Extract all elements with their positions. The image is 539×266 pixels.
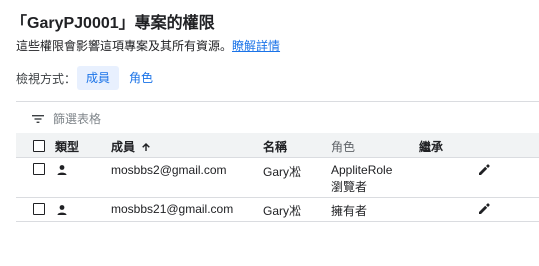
arrow-up-icon [142,143,151,151]
column-header-name[interactable]: 名稱 [263,138,287,155]
divider [16,157,539,158]
view-by-members-chip[interactable]: 成員 [77,66,120,90]
view-by-roles-chip[interactable]: 角色 [120,66,162,90]
page-description: 這些權限會影響這項專案及其所有資源。瞭解詳情 [16,37,280,54]
filter-bar[interactable]: 篩選表格 [32,110,101,127]
divider [16,101,539,102]
edit-icon[interactable] [477,202,491,216]
column-header-member[interactable]: 成員 [111,138,151,155]
person-icon [57,165,67,175]
divider [16,221,539,222]
column-header-role: 角色 [331,140,356,154]
filter-icon [32,114,44,123]
view-mode-label: 檢視方式： [16,72,77,86]
member-name: Gary凇 [263,204,302,218]
column-header-type[interactable]: 類型 [55,138,79,155]
role-item: 瀏覽者 [331,180,368,194]
row-checkbox[interactable] [33,163,45,175]
column-header-inherit: 繼承 [419,140,444,154]
member-email: mosbbs2@gmail.com [111,163,227,177]
row-checkbox[interactable] [33,203,45,215]
person-icon [57,205,67,215]
learn-more-link[interactable]: 瞭解詳情 [232,39,280,53]
select-all-checkbox[interactable] [33,140,45,152]
filter-placeholder: 篩選表格 [53,112,102,126]
role-item: AppliteRole [331,163,393,177]
member-email: mosbbs21@gmail.com [111,202,234,216]
page-title: 「GaryPJ0001」專案的權限 [11,15,215,32]
member-name: Gary凇 [263,165,302,179]
divider [16,197,539,198]
role-item: 擁有者 [331,204,368,218]
description-text: 這些權限會影響這項專案及其所有資源。 [16,39,233,53]
edit-icon[interactable] [477,163,491,177]
